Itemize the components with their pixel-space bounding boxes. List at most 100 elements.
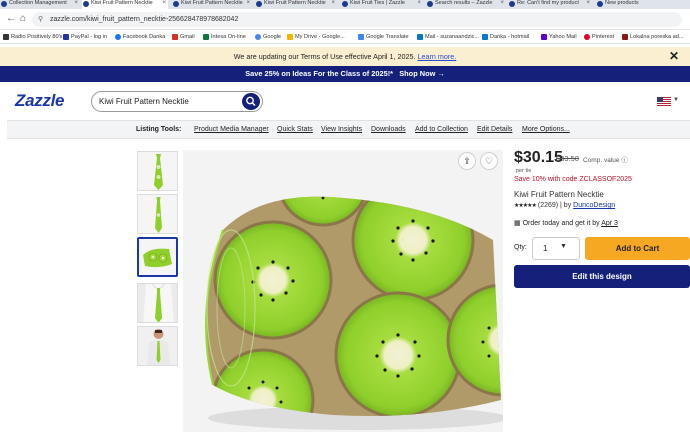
browser-tab-active[interactable]: Kiwi Fruit Pattern Necktie ×	[82, 0, 168, 9]
search-button[interactable]	[242, 93, 260, 110]
bookmark-item[interactable]: Gmail	[172, 33, 195, 41]
site-info-icon[interactable]: ⚲	[38, 12, 43, 27]
bookmark-item[interactable]: Pinterest	[584, 33, 614, 41]
bookmark-favicon-icon	[541, 34, 547, 40]
product-thumbnail[interactable]	[137, 283, 178, 323]
url-field[interactable]: ⚲ zazzle.com/kiwi_fruit_pattern_necktie-…	[32, 12, 682, 27]
tab-label: New products	[605, 0, 639, 6]
browser-tab[interactable]: Search results – Zazzle ×	[426, 0, 506, 9]
zazzle-favicon-icon	[342, 1, 348, 7]
bookmark-label: Google	[263, 34, 282, 40]
quick-stats-link[interactable]: Quick Stats	[277, 121, 313, 139]
zazzle-favicon-icon	[83, 1, 89, 7]
bookmark-favicon-icon	[482, 34, 488, 40]
close-tab-icon[interactable]: ×	[417, 0, 421, 7]
zazzle-favicon-icon	[256, 1, 262, 7]
more-options-link[interactable]: More Options...	[522, 121, 570, 139]
add-to-collection-link[interactable]: Add to Collection	[415, 121, 468, 139]
bookmark-label: Lokalna poreska ad...	[630, 34, 684, 40]
close-tab-icon[interactable]: ×	[74, 0, 78, 7]
bookmark-item[interactable]: Danka - hotmail	[482, 33, 529, 41]
view-insights-link[interactable]: View Insights	[321, 121, 362, 139]
bookmark-item[interactable]: Radio Positively 80's	[3, 33, 62, 41]
heart-icon[interactable]: ♡	[480, 152, 498, 170]
share-icon[interactable]: ⇪	[458, 152, 476, 170]
bookmark-favicon-icon	[584, 34, 590, 40]
price-unit: per tie	[516, 168, 532, 174]
bookmark-item[interactable]: Google	[255, 33, 281, 41]
zazzle-logo[interactable]: Zazzle	[15, 91, 65, 111]
star-rating-icon: ★★★★★	[514, 203, 537, 209]
browser-tab[interactable]: Kiwi Fruit Pattern Necktie ×	[172, 0, 252, 9]
close-tab-icon[interactable]: ×	[331, 0, 335, 7]
bookmark-favicon-icon	[622, 34, 628, 40]
learn-more-link[interactable]: Learn more.	[418, 52, 457, 61]
browser-tab[interactable]: Kiwi Fruit Ties | Zazzle ×	[341, 0, 423, 9]
zazzle-favicon-icon	[509, 1, 515, 7]
bookmark-label: Google Translate	[366, 34, 409, 40]
terms-text: We are updating our Terms of Use effecti…	[233, 52, 416, 61]
tab-label: Kiwi Fruit Pattern Necktie	[91, 0, 153, 6]
bookmark-label: Intesa On-line	[211, 34, 246, 40]
main-product-image[interactable]	[183, 150, 503, 432]
review-count[interactable]: (2269)	[538, 202, 558, 209]
bookmark-favicon-icon	[115, 34, 121, 40]
chevron-down-icon[interactable]: ▼	[560, 243, 567, 250]
url-text: zazzle.com/kiwi_fruit_pattern_necktie-25…	[50, 16, 239, 23]
browser-tab[interactable]: Kiwi Fruit Pattern Necktie ×	[255, 0, 337, 9]
downloads-link[interactable]: Downloads	[371, 121, 406, 139]
add-to-cart-button[interactable]: Add to Cart	[585, 237, 690, 260]
zazzle-favicon-icon	[173, 1, 179, 7]
home-icon[interactable]: ⌂	[20, 13, 26, 25]
tab-label: Kiwi Fruit Pattern Necktie	[181, 0, 243, 6]
back-icon[interactable]: ←	[6, 13, 16, 25]
browser-tab[interactable]: Re: Can't find my product ×	[508, 0, 592, 9]
browser-tab-strip: Collection Management × Kiwi Fruit Patter…	[0, 0, 690, 9]
bookmark-favicon-icon	[172, 34, 178, 40]
zazzle-favicon-icon	[1, 1, 7, 7]
product-rating: ★★★★★ (2269) | by DuncoDesign	[514, 202, 615, 209]
product-thumbnail[interactable]	[137, 326, 178, 366]
us-flag-icon[interactable]	[657, 97, 671, 106]
bookmark-label: Danka - hotmail	[490, 34, 530, 40]
info-icon[interactable]: ⓘ	[621, 157, 628, 164]
quantity-select[interactable]: 1	[532, 237, 580, 260]
edit-details-link[interactable]: Edit Details	[477, 121, 512, 139]
tie-back-thumbnail-image	[138, 195, 177, 233]
product-media-manager-link[interactable]: Product Media Manager	[194, 121, 269, 139]
bookmark-item[interactable]: Yahoo Mail	[541, 33, 577, 41]
product-thumbnail-selected[interactable]	[137, 237, 178, 277]
search-input[interactable]: Kiwi Fruit Pattern Necktie	[91, 91, 263, 112]
close-tab-icon[interactable]: ×	[246, 0, 250, 7]
chevron-down-icon[interactable]: ▼	[673, 97, 679, 103]
bookmark-item[interactable]: Facebook Danka	[115, 33, 165, 41]
close-tab-icon[interactable]: ×	[586, 0, 590, 7]
bookmark-item[interactable]: PayPal - log in	[63, 33, 107, 41]
delivery-date-link[interactable]: Apr 3	[601, 220, 618, 227]
shop-now-link[interactable]: Shop Now →	[399, 69, 445, 78]
bookmark-item[interactable]: Intesa On-line	[203, 33, 246, 41]
bookmark-favicon-icon	[417, 34, 423, 40]
comp-value-text: Comp. value	[583, 157, 620, 164]
bookmark-item[interactable]: My Drive - Google...	[287, 33, 345, 41]
browser-tab[interactable]: Collection Management ×	[0, 0, 80, 9]
promo-banner[interactable]: Save 25% on Ideas For the Class of 2025!…	[0, 66, 690, 82]
bookmark-label: Mail - suzanaandzic...	[425, 34, 480, 40]
tab-label: Kiwi Fruit Pattern Necktie	[264, 0, 326, 6]
search-icon	[246, 96, 256, 106]
bookmark-favicon-icon	[287, 34, 293, 40]
bookmark-item[interactable]: Lokalna poreska ad...	[622, 33, 684, 41]
browser-tab[interactable]: New products	[596, 0, 690, 9]
close-tab-icon[interactable]: ×	[500, 0, 504, 7]
product-thumbnail[interactable]	[137, 151, 178, 191]
product-thumbnail[interactable]	[137, 194, 178, 234]
designer-link[interactable]: DuncoDesign	[573, 202, 615, 209]
search-value: Kiwi Fruit Pattern Necktie	[99, 97, 189, 106]
browser-address-bar: ← ⌂ ⚲ zazzle.com/kiwi_fruit_pattern_neck…	[0, 9, 690, 30]
bookmark-item[interactable]: Mail - suzanaandzic...	[417, 33, 479, 41]
edit-design-button[interactable]: Edit this design	[514, 265, 690, 288]
bookmark-item[interactable]: Google Translate	[358, 33, 409, 41]
bookmark-favicon-icon	[358, 34, 364, 40]
close-tab-icon[interactable]: ×	[162, 0, 166, 7]
close-icon[interactable]: ✕	[669, 47, 679, 66]
